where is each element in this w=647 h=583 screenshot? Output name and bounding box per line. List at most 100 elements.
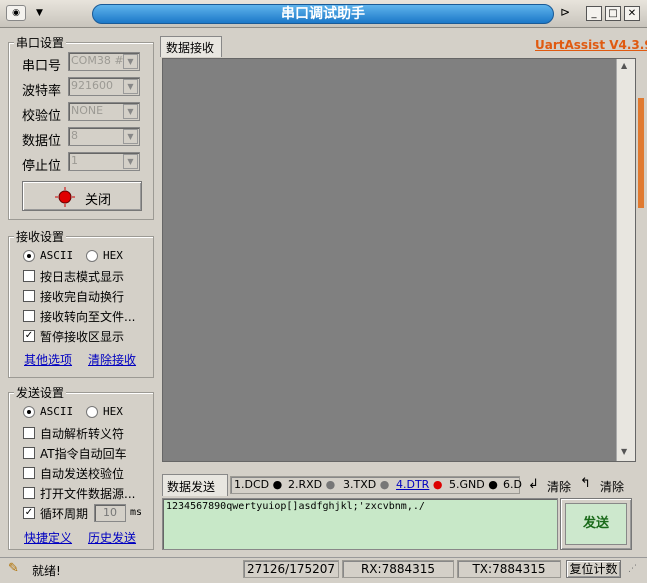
auto-newline-label: 接收完自动换行 bbox=[40, 290, 125, 304]
other-options-link[interactable]: 其他选项 bbox=[24, 351, 72, 368]
recv-ascii-label: ASCII bbox=[40, 249, 74, 262]
shortcut-link[interactable]: 快捷定义 bbox=[24, 529, 72, 546]
clear-label-2[interactable]: 清除 bbox=[600, 478, 624, 495]
parity-label: 校验位 bbox=[22, 109, 62, 124]
send-input[interactable]: 1234567890qwertyuiop[]asdfghjkl;'zxcvbnm… bbox=[162, 498, 558, 550]
signal-label: 1.DCD bbox=[234, 478, 270, 491]
send-ascii-label: ASCII bbox=[40, 405, 74, 418]
baud-select[interactable]: 921600 ▼ bbox=[68, 77, 140, 96]
signal-3-txd: 3.TXD ● bbox=[343, 478, 389, 491]
pause-display-checkbox[interactable]: ✓ bbox=[23, 330, 35, 342]
recv-hex-radio[interactable] bbox=[86, 250, 98, 262]
scroll-up-icon[interactable]: ▲ bbox=[621, 61, 627, 70]
maximize-button[interactable]: □ bbox=[605, 6, 621, 21]
auto-newline-checkbox[interactable] bbox=[23, 290, 35, 302]
close-port-label: 关闭 bbox=[85, 193, 112, 208]
stopbits-value: 1 bbox=[71, 154, 78, 167]
clear-receive-icon[interactable]: ↲ bbox=[528, 477, 539, 492]
tab-send[interactable]: 数据发送 bbox=[162, 474, 228, 496]
log-mode-checkbox[interactable] bbox=[23, 270, 35, 282]
send-button[interactable]: 发送 bbox=[565, 503, 627, 545]
at-cr-checkbox[interactable] bbox=[23, 447, 35, 459]
port-select[interactable]: COM38 #L ▼ bbox=[68, 52, 140, 71]
parity-select[interactable]: NONE ▼ bbox=[68, 102, 140, 121]
status-tx: TX:7884315 bbox=[457, 560, 561, 578]
history-link[interactable]: 历史发送 bbox=[88, 529, 136, 546]
chevron-down-icon[interactable]: ▼ bbox=[123, 104, 138, 119]
parity-value: NONE bbox=[71, 104, 104, 117]
signal-label: 4.DTR bbox=[396, 478, 430, 491]
close-window-button[interactable]: ✕ bbox=[624, 6, 640, 21]
signal-label: 2.RXD bbox=[288, 478, 323, 491]
port-label: 串口号 bbox=[22, 59, 62, 74]
resize-grip-icon[interactable]: ⋰ bbox=[628, 564, 637, 574]
send-input-text: 1234567890qwertyuiop[]asdfghjkl;'zxcvbnm… bbox=[166, 501, 425, 512]
signal-4-dtr[interactable]: 4.DTR ● bbox=[396, 478, 442, 491]
at-cr-label: AT指令自动回车 bbox=[40, 447, 127, 461]
signal-dot-icon: ● bbox=[429, 478, 443, 491]
system-menu-icon[interactable]: ◉ bbox=[6, 5, 26, 21]
baud-label: 波特率 bbox=[22, 84, 62, 99]
signal-label: 6.D bbox=[503, 478, 522, 491]
stopbits-select[interactable]: 1 ▼ bbox=[68, 152, 140, 171]
close-port-button[interactable]: 关闭 bbox=[22, 181, 142, 211]
tab-send-label: 数据发送 bbox=[167, 480, 216, 494]
brand-link[interactable]: UartAssist V4.3.9 bbox=[535, 38, 647, 52]
tab-receive[interactable]: 数据接收 bbox=[160, 36, 222, 57]
open-file-checkbox[interactable] bbox=[23, 487, 35, 499]
signal-1-dcd: 1.DCD ● bbox=[234, 478, 282, 491]
chevron-down-icon[interactable]: ▼ bbox=[36, 8, 43, 18]
loop-checkbox[interactable]: ✓ bbox=[23, 507, 35, 519]
recv-hex-label: HEX bbox=[103, 249, 123, 262]
window-title: 串口调试助手 bbox=[281, 6, 365, 22]
auto-checksum-checkbox[interactable] bbox=[23, 467, 35, 479]
minimize-button[interactable]: _ bbox=[586, 6, 602, 21]
signal-dot-icon: ● bbox=[484, 478, 498, 491]
redirect-file-checkbox[interactable] bbox=[23, 310, 35, 322]
clear-receive-link[interactable]: 清除接收 bbox=[88, 351, 136, 368]
status-ready: 就绪! bbox=[32, 564, 61, 578]
signal-6-d: 6.D bbox=[503, 478, 522, 491]
auto-checksum-label: 自动发送校验位 bbox=[40, 467, 125, 481]
send-settings-title: 发送设置 bbox=[14, 384, 67, 401]
signal-label: 5.GND bbox=[449, 478, 485, 491]
receive-scrollbar[interactable]: ▲ ▼ bbox=[616, 59, 635, 461]
databits-select[interactable]: 8 ▼ bbox=[68, 127, 140, 146]
status-counter: 27126/175207 bbox=[243, 560, 339, 578]
chevron-down-icon[interactable]: ▼ bbox=[123, 154, 138, 169]
loop-period-label: 循环周期 bbox=[40, 507, 89, 521]
serial-settings-title: 串口设置 bbox=[14, 34, 67, 51]
databits-label: 数据位 bbox=[22, 134, 62, 149]
loop-period-input[interactable]: 10 bbox=[94, 504, 126, 522]
open-file-label: 打开文件数据源... bbox=[40, 487, 136, 501]
tab-receive-label: 数据接收 bbox=[166, 41, 215, 55]
receive-display-area[interactable] bbox=[162, 58, 636, 462]
reset-count-button[interactable]: 复位计数 bbox=[566, 560, 621, 578]
scroll-down-icon[interactable]: ▼ bbox=[621, 447, 627, 456]
status-led-icon bbox=[55, 187, 75, 207]
port-value: COM38 #L bbox=[71, 54, 130, 67]
log-mode-label: 按日志模式显示 bbox=[40, 270, 125, 284]
signal-2-rxd: 2.RXD ● bbox=[288, 478, 335, 491]
pin-icon[interactable]: ⊳ bbox=[560, 5, 570, 19]
right-edge-accent bbox=[638, 98, 644, 208]
databits-value: 8 bbox=[71, 129, 78, 142]
loop-unit-label: ms bbox=[130, 507, 143, 518]
signal-label: 3.TXD bbox=[343, 478, 377, 491]
send-hex-radio[interactable] bbox=[86, 406, 98, 418]
stopbits-label: 停止位 bbox=[22, 159, 62, 174]
clear-send-icon[interactable]: ↰ bbox=[580, 476, 591, 491]
signal-5-gnd: 5.GND ● bbox=[449, 478, 498, 491]
signal-dot-icon: ● bbox=[269, 478, 283, 491]
chevron-down-icon[interactable]: ▼ bbox=[123, 129, 138, 144]
redirect-file-label: 接收转向至文件... bbox=[40, 310, 136, 324]
chevron-down-icon[interactable]: ▼ bbox=[123, 54, 138, 69]
recv-ascii-radio[interactable] bbox=[23, 250, 35, 262]
send-hex-label: HEX bbox=[103, 405, 123, 418]
chevron-down-icon[interactable]: ▼ bbox=[123, 79, 138, 94]
pause-display-label: 暂停接收区显示 bbox=[40, 330, 125, 344]
clear-label-1[interactable]: 清除 bbox=[547, 478, 571, 495]
send-ascii-radio[interactable] bbox=[23, 406, 35, 418]
auto-escape-checkbox[interactable] bbox=[23, 427, 35, 439]
signal-dot-icon: ● bbox=[376, 478, 390, 491]
